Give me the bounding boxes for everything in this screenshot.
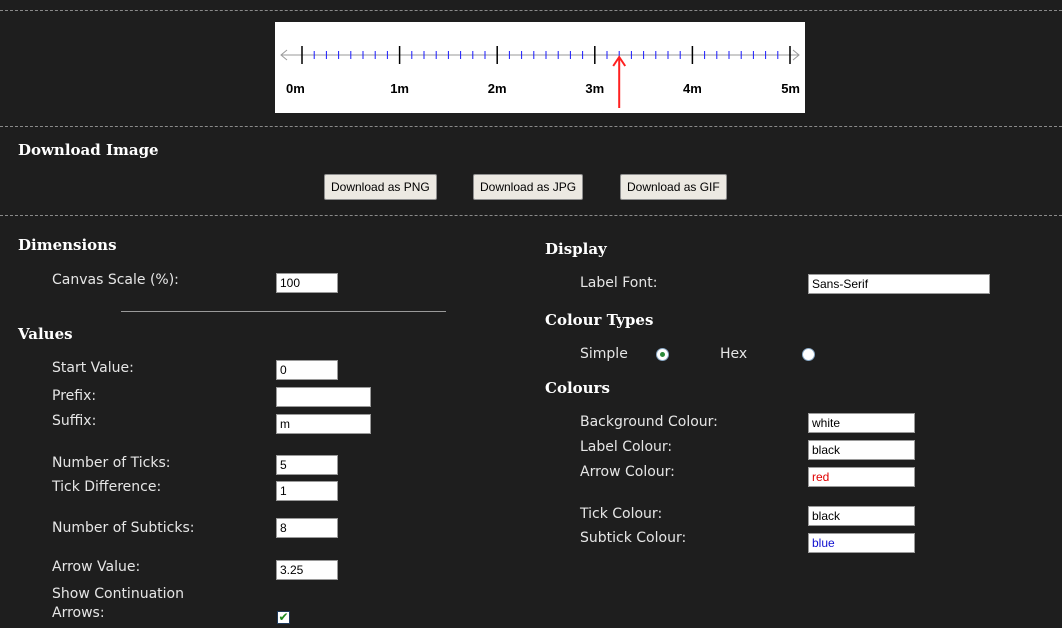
prefix-label: Prefix: xyxy=(52,388,97,404)
colours-heading: Colours xyxy=(545,379,610,397)
number-line-canvas: 0m 1m 2m 3m 4m 5m xyxy=(280,46,800,108)
top-divider xyxy=(0,10,1062,11)
start-value-input[interactable]: 0 xyxy=(276,360,338,380)
num-subticks-input[interactable]: 8 xyxy=(276,518,338,538)
simple-radio[interactable] xyxy=(656,348,669,361)
tick-label: 1m xyxy=(390,81,409,96)
label-colour-input[interactable]: black xyxy=(808,440,915,460)
canvas-scale-label: Canvas Scale (%): xyxy=(52,272,179,288)
background-colour-label: Background Colour: xyxy=(580,414,718,430)
show-arrows-checkbox[interactable]: ✔ xyxy=(277,611,290,624)
tick-difference-label: Tick Difference: xyxy=(52,479,162,495)
hex-label: Hex xyxy=(720,346,748,362)
hex-radio[interactable] xyxy=(802,348,815,361)
download-heading: Download Image xyxy=(18,141,159,159)
num-ticks-input[interactable]: 5 xyxy=(276,455,338,475)
download-png-button[interactable]: Download as PNG xyxy=(324,174,437,200)
suffix-input[interactable]: m xyxy=(276,414,371,434)
tick-label: 3m xyxy=(585,81,604,96)
colour-types-heading: Colour Types xyxy=(545,311,654,329)
show-arrows-label: Show Continuation xyxy=(52,586,184,602)
tick-colour-label: Tick Colour: xyxy=(580,506,663,522)
tick-colour-input[interactable]: black xyxy=(808,506,915,526)
dimensions-heading: Dimensions xyxy=(18,236,117,254)
tick-difference-input[interactable]: 1 xyxy=(276,481,338,501)
arrow-colour-input[interactable]: red xyxy=(808,467,915,487)
arrow-colour-label: Arrow Colour: xyxy=(580,464,675,480)
values-heading: Values xyxy=(18,325,73,343)
canvas-scale-input[interactable]: 100 xyxy=(276,273,338,293)
section-divider xyxy=(0,126,1062,127)
tick-label: 0m xyxy=(286,81,305,96)
subtick-colour-input[interactable]: blue xyxy=(808,533,915,553)
download-gif-button[interactable]: Download as GIF xyxy=(620,174,727,200)
tick-label: 2m xyxy=(488,81,507,96)
label-font-input[interactable]: Sans-Serif xyxy=(808,274,990,294)
checkmark-icon: ✔ xyxy=(278,610,289,624)
start-value-label: Start Value: xyxy=(52,360,134,376)
display-heading: Display xyxy=(545,240,607,258)
prefix-input[interactable] xyxy=(276,387,371,407)
subtick-colour-label: Subtick Colour: xyxy=(580,530,687,546)
section-divider xyxy=(0,215,1062,216)
suffix-label: Suffix: xyxy=(52,413,97,429)
tick-label: 5m xyxy=(781,81,800,96)
simple-label: Simple xyxy=(580,346,628,362)
label-colour-label: Label Colour: xyxy=(580,439,673,455)
num-subticks-label: Number of Subticks: xyxy=(52,520,195,536)
label-font-label: Label Font: xyxy=(580,275,658,291)
arrow-value-label: Arrow Value: xyxy=(52,559,141,575)
arrow-value-input[interactable]: 3.25 xyxy=(276,560,338,580)
number-line-preview: 0m 1m 2m 3m 4m 5m xyxy=(275,22,805,113)
show-arrows-label-cont: Arrows: xyxy=(52,605,105,621)
background-colour-input[interactable]: white xyxy=(808,413,915,433)
num-ticks-label: Number of Ticks: xyxy=(52,455,171,471)
download-jpg-button[interactable]: Download as JPG xyxy=(473,174,584,200)
dimensions-separator xyxy=(121,311,446,312)
tick-label: 4m xyxy=(683,81,702,96)
